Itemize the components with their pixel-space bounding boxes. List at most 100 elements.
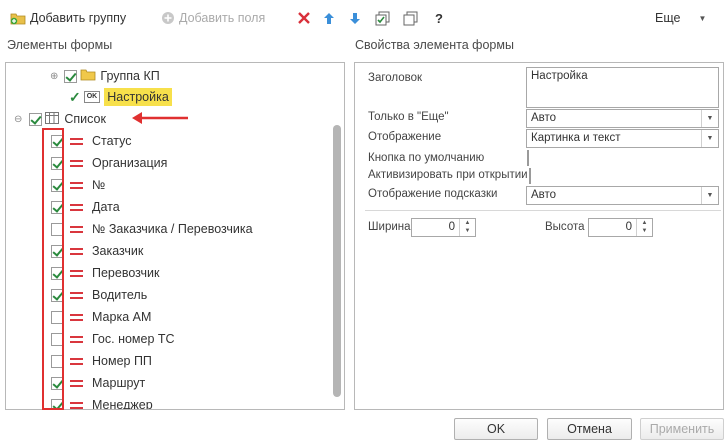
add-fields-icon — [161, 11, 175, 25]
more-label: Еще — [655, 11, 681, 25]
chevron-down-icon[interactable]: ▼ — [701, 130, 718, 147]
tooltip-display-label: Отображение подсказки — [368, 188, 498, 200]
activate-on-open-label: Активизировать при открытии — [368, 169, 528, 181]
group-label: Группа КП — [100, 69, 160, 83]
field-label: Маршрут — [92, 376, 146, 390]
field-icon — [70, 247, 84, 256]
checkbox-highlight-frame — [42, 128, 64, 410]
list-checkbox[interactable] — [29, 112, 43, 126]
title-label: Заголовок — [368, 72, 423, 84]
uncheck-all-icon[interactable] — [401, 9, 419, 27]
field-label: Перевозчик — [92, 266, 160, 280]
scrollbar-thumb[interactable] — [333, 125, 341, 397]
spin-arrows-icon[interactable]: ▲ ▼ — [459, 219, 475, 236]
check-all-icon[interactable] — [373, 9, 391, 27]
tree-field-row[interactable]: Маршрут — [51, 372, 145, 394]
move-up-icon[interactable] — [320, 9, 338, 27]
display-select[interactable]: Картинка и текст ▼ — [526, 129, 719, 148]
divider — [365, 210, 721, 211]
properties-panel: Заголовок Настройка Только в "Еще" Авто … — [354, 62, 724, 410]
delete-icon[interactable] — [295, 9, 313, 27]
field-label: Водитель — [92, 288, 148, 302]
apply-button[interactable]: Применить — [640, 418, 724, 440]
field-icon — [70, 357, 84, 366]
tree-item-command[interactable]: ✓ OK Настройка — [69, 86, 172, 108]
field-icon — [70, 181, 84, 190]
add-fields-label: Добавить поля — [179, 11, 266, 25]
field-label: № — [92, 178, 106, 192]
title-field[interactable]: Настройка — [526, 67, 719, 108]
field-label: Статус — [92, 134, 132, 148]
spin-arrows-icon[interactable]: ▲ ▼ — [636, 219, 652, 236]
tree-field-row[interactable]: Организация — [51, 152, 167, 174]
field-icon — [70, 203, 84, 212]
collapse-icon[interactable]: ⊖ — [14, 114, 22, 125]
tree-field-row[interactable]: Номер ПП — [51, 350, 152, 372]
only-in-more-select[interactable]: Авто ▼ — [526, 109, 719, 128]
chevron-down-icon[interactable]: ▼ — [701, 110, 718, 127]
field-label: Марка АМ — [92, 310, 152, 324]
command-icon: OK — [83, 91, 101, 103]
field-icon — [70, 269, 84, 278]
activate-on-open-checkbox[interactable] — [529, 168, 531, 184]
field-icon — [70, 291, 84, 300]
chevron-down-icon: ▼ — [698, 13, 707, 23]
field-label: Менеджер — [92, 398, 153, 410]
height-value: 0 — [625, 221, 632, 233]
display-label: Отображение — [368, 131, 442, 143]
field-icon — [70, 225, 84, 234]
field-icon — [70, 401, 84, 410]
tree-field-row[interactable]: № Заказчика / Перевозчика — [51, 218, 253, 240]
help-label: ? — [435, 10, 443, 26]
field-icon — [70, 313, 84, 322]
cancel-button[interactable]: Отмена — [547, 418, 632, 440]
list-label: Список — [64, 112, 106, 126]
chevron-down-icon[interactable]: ▼ — [701, 187, 718, 204]
ok-button[interactable]: OK — [454, 418, 538, 440]
help-button[interactable]: ? — [435, 8, 443, 28]
field-icon — [70, 159, 84, 168]
only-in-more-label: Только в "Еще" — [368, 111, 449, 123]
field-label: Гос. номер ТС — [92, 332, 175, 346]
field-icon — [70, 379, 84, 388]
tree-field-row[interactable]: Гос. номер ТС — [51, 328, 175, 350]
tooltip-display-value: Авто — [531, 189, 557, 201]
left-panel-title: Элементы формы — [7, 38, 113, 52]
table-icon — [45, 111, 60, 127]
field-label: Организация — [92, 156, 168, 170]
tooltip-display-select[interactable]: Авто ▼ — [526, 186, 719, 205]
add-fields-button[interactable]: Добавить поля — [161, 8, 265, 28]
tree-field-row[interactable]: Менеджер — [51, 394, 153, 410]
field-label: № Заказчика / Перевозчика — [92, 222, 253, 236]
tree-field-row[interactable]: Водитель — [51, 284, 147, 306]
field-label: Дата — [92, 200, 120, 214]
move-down-icon[interactable] — [346, 9, 364, 27]
height-stepper[interactable]: 0 ▲ ▼ — [588, 218, 653, 237]
tree-item-list[interactable]: ⊖ Список — [14, 108, 106, 130]
width-stepper[interactable]: 0 ▲ ▼ — [411, 218, 476, 237]
tree-field-row[interactable]: Перевозчик — [51, 262, 159, 284]
command-label: Настройка — [104, 88, 172, 106]
add-group-label: Добавить группу — [30, 11, 127, 25]
checkmark-icon: ✓ — [69, 88, 81, 105]
field-icon — [70, 335, 84, 344]
right-panel-title: Свойства элемента формы — [355, 38, 514, 52]
add-group-icon — [10, 11, 26, 25]
tree-item-group[interactable]: ⊕ Группа КП — [50, 65, 160, 87]
height-label: Высота — [545, 221, 585, 233]
add-group-button[interactable]: Добавить группу — [10, 8, 126, 28]
more-button[interactable]: Еще ▼ — [655, 8, 706, 28]
default-button-checkbox[interactable] — [527, 150, 529, 166]
folder-icon — [80, 68, 96, 84]
display-value: Картинка и текст — [531, 132, 621, 144]
expand-icon[interactable]: ⊕ — [50, 71, 58, 82]
tree-field-row[interactable]: Заказчик — [51, 240, 143, 262]
field-label: Заказчик — [92, 244, 144, 258]
tree-field-row[interactable]: Марка АМ — [51, 306, 151, 328]
width-label: Ширина — [368, 221, 411, 233]
default-button-label: Кнопка по умолчанию — [368, 152, 485, 164]
width-value: 0 — [448, 221, 455, 233]
field-icon — [70, 137, 84, 146]
group-checkbox[interactable] — [64, 69, 78, 83]
scrollbar[interactable] — [330, 63, 344, 409]
